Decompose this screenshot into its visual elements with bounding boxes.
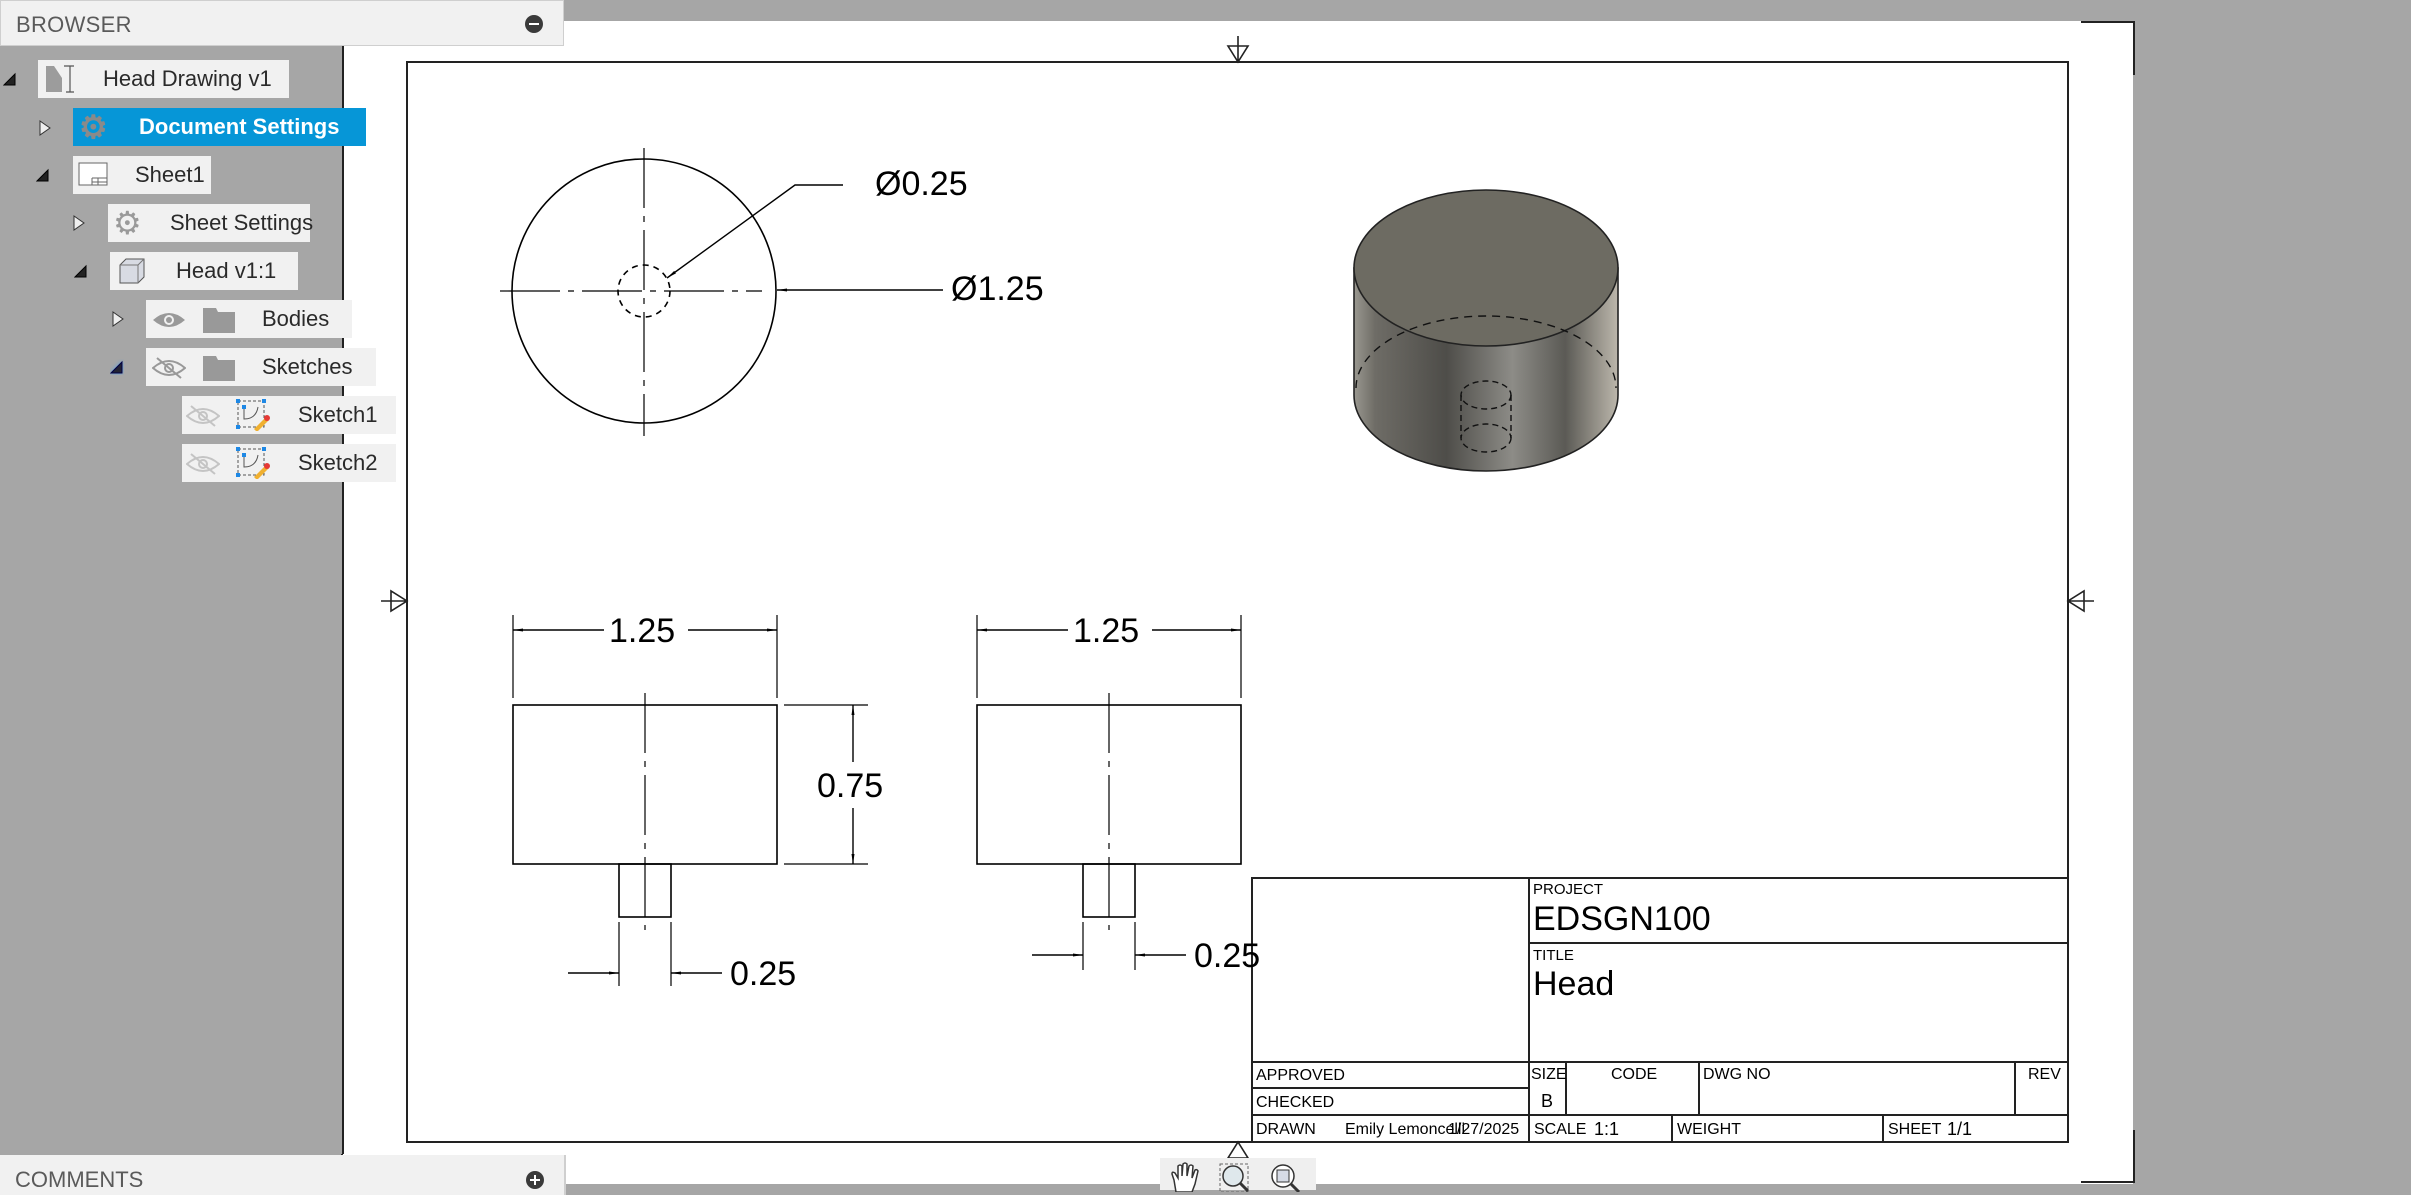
centering-marks	[381, 36, 2094, 1159]
tree-item-sketch1[interactable]: Sketch1	[182, 396, 396, 434]
size-label: SIZE	[1531, 1066, 1567, 1083]
tree-item-sheet1[interactable]: Sheet1	[73, 156, 211, 194]
tree-label: Document Settings	[139, 114, 340, 139]
tree-label: Sketch2	[298, 450, 378, 475]
drawing-doc-icon	[46, 65, 74, 93]
title-value[interactable]: Head	[1533, 965, 1614, 1004]
tree-label: Sheet1	[135, 162, 205, 187]
component-cube-icon	[119, 258, 145, 284]
scale-label: SCALE	[1534, 1121, 1587, 1138]
gear-icon: ⚙	[113, 205, 142, 241]
approved-label: APPROVED	[1256, 1067, 1345, 1084]
drawn-date[interactable]: 1/27/2025	[1448, 1121, 1519, 1139]
gear-icon: ⚙	[79, 109, 108, 145]
size-value[interactable]: B	[1541, 1091, 1553, 1112]
title-label: TITLE	[1533, 947, 1574, 964]
tree-label: Bodies	[262, 306, 330, 331]
dim-side-width[interactable]: 1.25	[1073, 612, 1139, 651]
expand-bodies-icon[interactable]	[111, 311, 125, 327]
drawing-canvas[interactable]	[0, 0, 2411, 1188]
sketch-icon	[236, 399, 270, 431]
add-comment-button[interactable]	[526, 1171, 544, 1189]
tree-label: Sketches	[262, 354, 353, 379]
tree-item-sketch2[interactable]: Sketch2	[182, 444, 396, 482]
expand-sketches-icon[interactable]	[110, 359, 124, 375]
project-value[interactable]: EDSGN100	[1533, 900, 1711, 939]
eye-hidden-icon[interactable]	[186, 404, 220, 428]
tree-item-sketches[interactable]: Sketches	[146, 348, 376, 386]
dim-outer-diameter[interactable]: Ø1.25	[951, 270, 1044, 309]
leader-hole	[666, 184, 843, 279]
tree-item-head-drawing[interactable]: Head Drawing v1	[38, 60, 289, 98]
scale-value[interactable]: 1:1	[1594, 1119, 1619, 1140]
dim-front-width[interactable]: 1.25	[609, 612, 675, 651]
tree-item-sheet-settings[interactable]: ⚙ Sheet Settings	[108, 204, 314, 242]
checked-label: CHECKED	[1256, 1094, 1335, 1111]
tree-label: Sheet Settings	[170, 210, 314, 235]
expand-sheet-icon[interactable]	[36, 167, 50, 183]
comments-title: COMMENTS	[15, 1167, 144, 1192]
navigation-toolbar	[1160, 1158, 1316, 1192]
browser-title: BROWSER	[16, 12, 132, 37]
tree-item-bodies[interactable]: Bodies	[146, 300, 352, 338]
expand-document-settings-icon[interactable]	[38, 120, 52, 136]
expand-component-icon[interactable]	[74, 263, 88, 279]
front-view[interactable]	[512, 615, 868, 986]
folder-icon	[203, 356, 235, 381]
code-label: CODE	[1611, 1066, 1658, 1083]
sheet-label: SHEET	[1888, 1121, 1942, 1138]
sheet-trim-marks	[341, 21, 2135, 1183]
dwg-no-label: DWG NO	[1703, 1066, 1771, 1083]
tree-item-document-settings[interactable]: ⚙ Document Settings	[73, 108, 366, 146]
eye-hidden-icon[interactable]	[152, 356, 186, 380]
browser-header: BROWSER	[0, 0, 564, 46]
dim-side-hole[interactable]: 0.25	[1194, 937, 1260, 976]
rev-label: REV	[2028, 1066, 2061, 1083]
dim-front-hole[interactable]: 0.25	[730, 955, 796, 994]
sketch-icon	[236, 447, 270, 479]
folder-icon	[203, 308, 235, 333]
project-label: PROJECT	[1533, 881, 1604, 898]
dim-hole-diameter[interactable]: Ø0.25	[875, 165, 968, 204]
iso-view[interactable]	[1353, 189, 1619, 472]
expand-sheet-settings-icon[interactable]	[72, 215, 86, 231]
sheet-value[interactable]: 1/1	[1947, 1119, 1972, 1140]
tree-label: Sketch1	[298, 402, 378, 427]
weight-label: WEIGHT	[1677, 1121, 1741, 1138]
expand-root-icon[interactable]	[3, 71, 17, 87]
side-view[interactable]	[976, 615, 1242, 970]
drawn-label: DRAWN	[1256, 1121, 1316, 1138]
sheet-icon	[78, 162, 108, 186]
dim-front-height[interactable]: 0.75	[817, 767, 883, 806]
eye-icon[interactable]	[152, 310, 186, 330]
tree-label: Head Drawing v1	[103, 66, 272, 91]
eye-hidden-icon[interactable]	[186, 452, 220, 476]
drawing-border	[406, 61, 2069, 1143]
collapse-browser-button[interactable]	[525, 15, 543, 33]
comments-panel: COMMENTS	[0, 1155, 566, 1195]
tree-item-head-component[interactable]: Head v1:1	[110, 252, 298, 290]
tree-label: Head v1:1	[176, 258, 277, 283]
